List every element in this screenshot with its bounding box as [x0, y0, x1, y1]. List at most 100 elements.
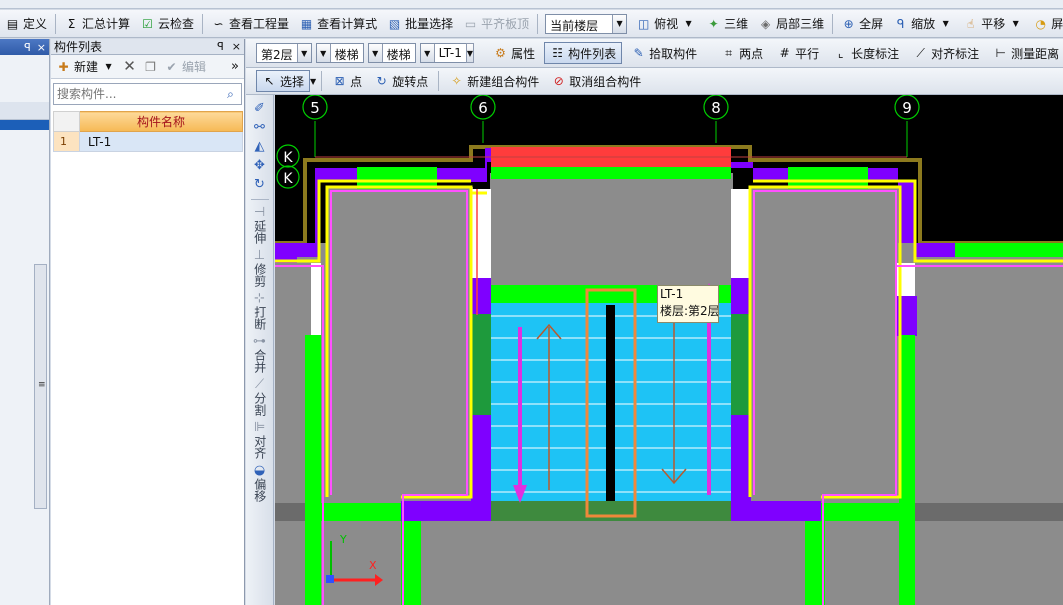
- brush-icon: ✐: [254, 101, 265, 116]
- floor-select[interactable]: 第2层 ▼: [256, 43, 312, 63]
- component-search-input[interactable]: [54, 85, 223, 103]
- zoom-icon: ᑫ: [896, 16, 905, 31]
- rotate-tool-button[interactable]: ↻: [249, 177, 271, 192]
- split-tool-button[interactable]: ⟋ 分割: [249, 377, 271, 416]
- aligned-dimension-icon: ⟋: [916, 46, 925, 60]
- left-dock-pane: ꟼ × ≡: [0, 39, 50, 605]
- mirror-tool-button[interactable]: ◭: [249, 139, 271, 154]
- chevron-down-icon[interactable]: ▼: [310, 77, 316, 86]
- table-header-row: 构件名称: [53, 111, 243, 132]
- extend-icon: ⊣: [253, 205, 266, 220]
- component-name-column-header[interactable]: 构件名称: [79, 111, 243, 132]
- component-name-cell[interactable]: LT-1: [79, 131, 243, 152]
- move-icon: ✥: [254, 158, 265, 173]
- top-view-button[interactable]: ◫ 俯视 ▼: [631, 13, 701, 35]
- offset-tool-button[interactable]: ◒ 偏移: [249, 463, 271, 502]
- list-icon: ☷: [552, 46, 563, 60]
- cube-3d-icon: ✦: [708, 16, 719, 31]
- search-icon[interactable]: ⌕: [223, 87, 238, 102]
- left-pane-scrollbar[interactable]: ≡: [34, 264, 47, 509]
- break-tool-button[interactable]: ⊹ 打断: [249, 291, 271, 330]
- chevron-down-icon: ▼: [296, 44, 311, 62]
- more-overflow-icon[interactable]: »: [231, 59, 242, 74]
- measure-distance-button[interactable]: ⊢ 测量距离: [988, 42, 1063, 64]
- view-formula-button[interactable]: ▦ 查看计算式: [294, 13, 382, 35]
- component-select[interactable]: LT-1 ▼: [419, 43, 467, 63]
- ucs-y-label: Y: [339, 533, 347, 546]
- point-button[interactable]: ⊠ 点: [327, 70, 367, 92]
- chevron-down-icon: ▼: [105, 61, 112, 71]
- merge-icon: ⊶: [253, 334, 266, 349]
- current-floor-select[interactable]: 当前楼层 ▼: [545, 13, 628, 34]
- close-icon[interactable]: ×: [37, 41, 46, 54]
- component-select-arrow[interactable]: ▼: [465, 43, 475, 63]
- batch-select-button[interactable]: ▧ 批量选择: [382, 13, 458, 35]
- type-select[interactable]: 楼梯 ▼: [367, 43, 416, 63]
- extend-tool-button[interactable]: ⊣ 延伸: [249, 205, 271, 244]
- pin-icon[interactable]: ꟼ: [24, 41, 31, 54]
- pan-button[interactable]: ☝ 平移 ▼: [958, 13, 1028, 35]
- local-3d-button[interactable]: ◈ 局部三维: [753, 13, 829, 35]
- chevron-down-icon: ▼: [612, 14, 627, 33]
- select-button[interactable]: ↖ 选择: [256, 70, 311, 92]
- cancel-group-component-button[interactable]: ⊘ 取消组合构件: [546, 70, 646, 92]
- rotate-point-button[interactable]: ↻ 旋转点: [369, 70, 433, 92]
- menu-bar-strip: [0, 0, 1063, 9]
- quantity-icon: ∽: [213, 16, 224, 31]
- point-icon: ⊠: [334, 74, 345, 88]
- pin-icon[interactable]: ꟼ: [217, 40, 224, 53]
- trim-tool-button[interactable]: ⊥ 修剪: [249, 248, 271, 287]
- corridor-top: [490, 173, 733, 285]
- two-points-button[interactable]: ⌗ 两点: [716, 42, 768, 64]
- toolbar-separator: [55, 13, 57, 34]
- axis-label: 9: [902, 99, 912, 117]
- parallel-button[interactable]: # 平行: [772, 42, 824, 64]
- trim-icon: ⊥: [253, 248, 266, 263]
- pick-component-button[interactable]: ✎ 拾取构件: [626, 42, 702, 64]
- vertical-edit-toolbar: ✐ ⚯ ◭ ✥ ↻ ⊣ 延伸 ⊥ 修剪 ⊹ 打断 ⊶ 合并 ⟋ 分割 ⊫ 对齐 ◒ 偏移: [246, 95, 274, 605]
- length-dimension-button[interactable]: ⌞ 长度标注: [828, 42, 904, 64]
- toolbar-separator: [537, 13, 539, 34]
- move-tool-button[interactable]: ✥: [249, 158, 271, 173]
- component-table: 构件名称 1 LT-1: [53, 111, 243, 152]
- new-component-button[interactable]: ✚ 新建 ▼: [53, 56, 119, 78]
- merge-tool-button[interactable]: ⊶ 合并: [249, 334, 271, 373]
- floor-plan-drawing[interactable]: 5 6 8 9 K K X Y: [275, 95, 1063, 605]
- copy-tool-button[interactable]: ⚯: [249, 120, 271, 135]
- screen-rotate-button[interactable]: ◔屏幕旋转: [1028, 13, 1063, 35]
- tooltip-floor: 楼层:第2层: [660, 304, 719, 318]
- left-pane-selected-row[interactable]: [0, 120, 49, 130]
- brush-tool-button[interactable]: ✐: [249, 101, 271, 116]
- copy-component-button[interactable]: ❐: [140, 56, 161, 78]
- define-button[interactable]: ▤ 定义: [0, 13, 52, 35]
- axis-label: 6: [478, 99, 488, 117]
- drawing-canvas[interactable]: 5 6 8 9 K K X Y: [275, 95, 1063, 605]
- component-list-toggle-button[interactable]: ☷ 构件列表: [544, 42, 623, 64]
- summary-calc-button[interactable]: Σ 汇总计算: [59, 13, 135, 35]
- edit-component-button[interactable]: ✔ 编辑: [161, 56, 209, 78]
- properties-button[interactable]: ⚙ 属性: [488, 42, 540, 64]
- cloud-check-button[interactable]: ☑ 云检查: [135, 13, 199, 35]
- delete-component-button[interactable]: ✕: [119, 56, 140, 78]
- left-pane-strip: [0, 102, 49, 120]
- green-column-dark: [471, 314, 491, 415]
- flush-slab-top-button[interactable]: ▭ 平齐板顶: [458, 13, 534, 35]
- view-quantity-button[interactable]: ∽ 查看工程量: [206, 13, 294, 35]
- chevron-down-icon: ▼: [1012, 18, 1019, 28]
- ruler-icon: ⊢: [995, 46, 1006, 60]
- view-3d-button[interactable]: ✦ 三维: [701, 13, 753, 35]
- component-list-toolbar: ✚ 新建 ▼ ✕ ❐ ✔ 编辑 »: [51, 55, 244, 79]
- align-tool-button[interactable]: ⊫ 对齐: [249, 420, 271, 459]
- toolbar-separator: [832, 13, 834, 34]
- scroll-grip-icon: ≡: [38, 380, 46, 390]
- close-icon[interactable]: ×: [232, 40, 241, 53]
- chevron-down-icon: ▼: [316, 44, 331, 62]
- aligned-dimension-button[interactable]: ⟋ 对齐标注: [908, 42, 984, 64]
- zoom-button[interactable]: ᑫ 缩放 ▼: [888, 13, 958, 35]
- chevron-down-icon: ▼: [685, 18, 692, 28]
- table-row[interactable]: 1 LT-1: [53, 131, 243, 152]
- component-list-pane: 构件列表 ꟼ × ✚新建▼ ✕ ❐ ✔编辑 » ⌕ 构件名称 1 LT-1: [51, 39, 245, 605]
- new-group-component-button[interactable]: ✧ 新建组合构件: [444, 70, 544, 92]
- category-select[interactable]: 楼梯 ▼: [315, 43, 364, 63]
- full-screen-button[interactable]: ⊕ 全屏: [836, 13, 888, 35]
